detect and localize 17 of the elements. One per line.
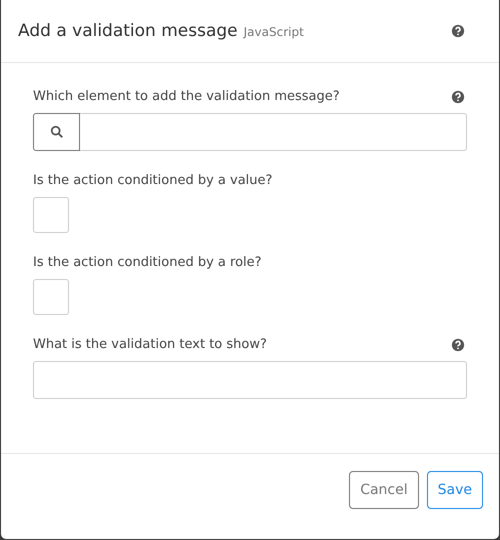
cancel-button[interactable]: Cancel [349,471,419,509]
checkbox[interactable] [33,197,69,233]
field-label: Is the action conditioned by a role? [33,255,262,270]
checkbox[interactable] [33,279,69,315]
save-button[interactable]: Save [426,471,483,509]
search-field[interactable] [80,113,467,151]
help-icon[interactable] [451,90,465,104]
dialog-subtitle: JavaScript [244,25,304,39]
search-icon [50,125,64,139]
field-label: Which element to add the validation message? [33,89,340,104]
help-icon[interactable] [451,24,465,38]
field-label: Is the action conditioned by a value? [33,173,272,188]
help-icon[interactable] [451,338,465,352]
dialog-title: Add a validation message [18,21,238,41]
search-button[interactable] [33,113,80,151]
text-field[interactable] [33,361,467,399]
field-label: What is the validation text to show? [33,337,267,352]
